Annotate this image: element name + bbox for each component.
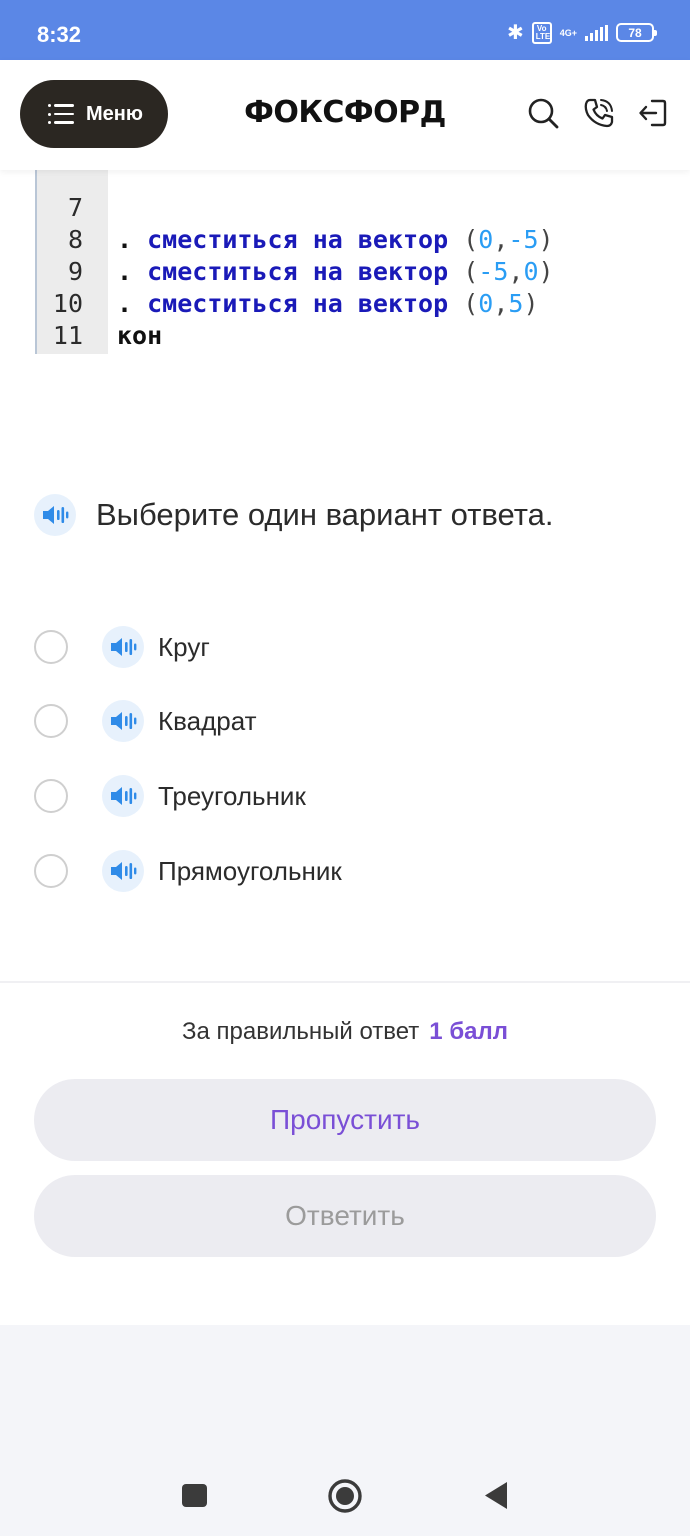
option-label: Треугольник	[158, 780, 306, 811]
answer-option[interactable]: Квадрат	[34, 694, 634, 748]
speaker-icon	[111, 862, 137, 880]
logo[interactable]: ФОКСФОРД	[240, 95, 450, 130]
speaker-icon	[111, 638, 137, 656]
menu-button[interactable]: Меню	[20, 80, 168, 148]
code-block: 7 . сместиться на вектор (0,-5) 8 . смес…	[35, 160, 675, 354]
battery-icon: 78	[616, 23, 657, 42]
option-label: Круг	[158, 631, 210, 662]
option-audio-button[interactable]	[102, 626, 144, 668]
speaker-icon	[111, 712, 137, 730]
back-icon[interactable]	[481, 1474, 511, 1518]
points-info: За правильный ответ 1 балл	[0, 1018, 690, 1046]
burger-icon	[48, 104, 74, 124]
status-time: 8:32	[37, 22, 82, 47]
question-text: Выберите один вариант ответа.	[96, 497, 554, 532]
home-icon[interactable]	[326, 1474, 364, 1518]
line-number: 12	[35, 352, 83, 354]
menu-label: Меню	[86, 102, 143, 125]
option-label: Прямоугольник	[158, 855, 342, 886]
option-audio-button[interactable]	[102, 700, 144, 742]
radio-button[interactable]	[34, 704, 68, 738]
signal-icon	[585, 24, 608, 41]
search-icon[interactable]	[526, 96, 560, 130]
network-type: 4G+	[559, 27, 577, 38]
question-audio-button[interactable]	[34, 494, 76, 536]
points-text: За правильный ответ	[182, 1018, 420, 1045]
answer-option[interactable]: Треугольник	[34, 769, 634, 823]
radio-button[interactable]	[34, 854, 68, 888]
speaker-icon	[43, 506, 69, 524]
bluetooth-icon: ✱	[506, 22, 524, 44]
recents-icon[interactable]	[181, 1474, 209, 1518]
speaker-icon	[111, 787, 137, 805]
radio-button[interactable]	[34, 779, 68, 813]
radio-button[interactable]	[34, 630, 68, 664]
code-line: 11	[35, 288, 675, 350]
phone-icon[interactable]	[582, 96, 616, 130]
app-header: Меню ФОКСФОРД	[0, 60, 690, 170]
option-label: Квадрат	[158, 705, 257, 736]
option-audio-button[interactable]	[102, 850, 144, 892]
footer-divider	[0, 981, 690, 983]
answer-option[interactable]: Круг	[34, 620, 634, 674]
code-line: 8 . сместиться на вектор (-5,0)	[35, 192, 675, 286]
points-value: 1 балл	[429, 1018, 508, 1045]
code-line: 9 . сместиться на вектор (0,5)	[35, 224, 675, 318]
skip-button[interactable]: Пропустить	[34, 1079, 656, 1161]
code-line: 12	[35, 320, 675, 354]
answer-button[interactable]: Ответить	[34, 1175, 656, 1257]
question: Выберите один вариант ответа.	[34, 494, 553, 536]
answer-option[interactable]: Прямоугольник	[34, 844, 634, 898]
logout-icon[interactable]	[636, 96, 670, 130]
status-bar: 8:32 ✱ Vo LTE 4G+ 78	[0, 0, 690, 60]
option-audio-button[interactable]	[102, 775, 144, 817]
code-line: 10 кон	[35, 256, 675, 350]
volte-icon: Vo LTE	[531, 21, 552, 44]
status-icons: ✱ Vo LTE 4G+ 78	[506, 20, 657, 45]
